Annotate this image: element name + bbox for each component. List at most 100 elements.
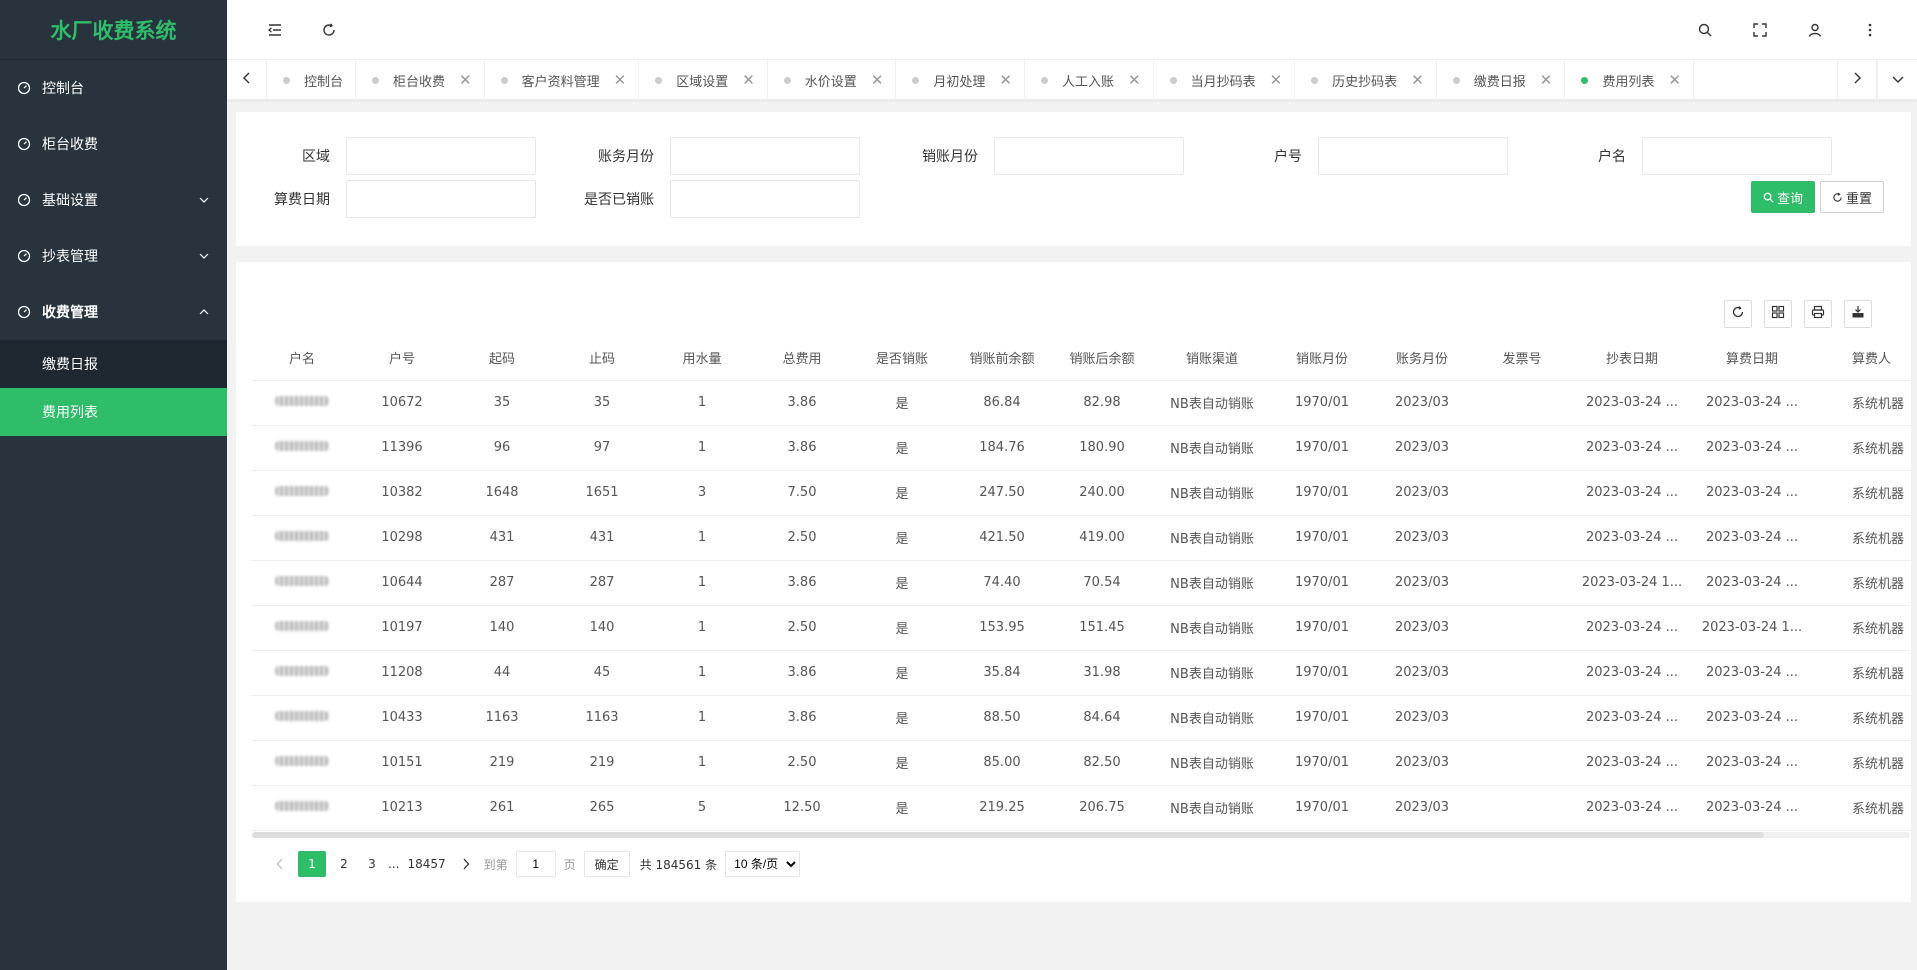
close-icon[interactable]: ✕ (1270, 72, 1283, 88)
close-icon[interactable]: ✕ (1540, 72, 1553, 88)
table-row[interactable]: 10644 287 287 1 3.86 是 74.40 70.54 NB表自动销账 1970/0… (252, 560, 1910, 606)
table-row[interactable]: 10382 1648 1651 3 7.50 是 247.50 240.00 NB表自动销账 19… (252, 470, 1910, 516)
tab-scroll-right[interactable] (1837, 60, 1877, 100)
tab-fee-list[interactable]: 费用列表 ✕ (1565, 60, 1694, 100)
column-header[interactable]: 户号 (352, 336, 452, 381)
close-icon[interactable]: ✕ (459, 72, 472, 88)
tab-history-reading[interactable]: 历史抄码表 ✕ (1295, 60, 1437, 100)
table-cell: 1 (652, 380, 752, 426)
sidebar-item-meter-reading[interactable]: 抄表管理 (0, 228, 227, 284)
table-cell: 2023-03-24 ... (1572, 740, 1692, 786)
page-last[interactable]: 18457 (401, 851, 451, 877)
account-month-input[interactable] (670, 137, 860, 175)
page-1[interactable]: 1 (298, 851, 326, 877)
page-jump-input[interactable] (515, 851, 556, 877)
writeoff-month-input[interactable] (994, 137, 1184, 175)
refresh-icon[interactable] (319, 20, 339, 40)
sidebar-subitem-fee-list[interactable]: 费用列表 (0, 388, 227, 436)
user-icon[interactable] (1805, 20, 1825, 40)
page-3[interactable]: 3 (358, 851, 386, 877)
search-icon[interactable] (1695, 20, 1715, 40)
page-2[interactable]: 2 (330, 851, 358, 877)
next-page-icon[interactable] (452, 851, 480, 877)
prev-page-icon[interactable] (266, 851, 294, 877)
column-header[interactable]: 算费人 (1812, 336, 1910, 381)
tab-dashboard[interactable]: 控制台 (267, 60, 357, 100)
account-no-input[interactable] (1318, 137, 1508, 175)
field-calc-date: 算费日期 (236, 180, 536, 218)
tab-manual-entry[interactable]: 人工入账 ✕ (1025, 60, 1154, 100)
confirm-page-button[interactable]: 确定 (583, 851, 630, 877)
column-header[interactable]: 账务月份 (1372, 336, 1472, 381)
column-header[interactable]: 销账渠道 (1152, 336, 1272, 381)
sidebar-item-dashboard[interactable]: 控制台 (0, 60, 227, 116)
is-writeoff-input[interactable] (670, 180, 860, 218)
close-icon[interactable]: ✕ (1411, 72, 1424, 88)
column-header[interactable]: 抄表日期 (1572, 336, 1692, 381)
fee-table: 户名 户号 起码 止码 用水量 总费用 是否销账 销账前余额 销账后余额 销账渠… (252, 336, 1910, 831)
fullscreen-icon[interactable] (1750, 20, 1770, 40)
column-header[interactable]: 销账月份 (1272, 336, 1372, 381)
tab-daily-report[interactable]: 缴费日报 ✕ (1437, 60, 1566, 100)
close-icon[interactable]: ✕ (999, 72, 1012, 88)
calc-date-input[interactable] (346, 180, 536, 218)
close-icon[interactable]: ✕ (1128, 72, 1141, 88)
column-header[interactable]: 用水量 (652, 336, 752, 381)
sidebar-item-counter-fee[interactable]: 柜台收费 (0, 116, 227, 172)
column-header[interactable]: 起码 (452, 336, 552, 381)
table-export-button[interactable] (1844, 300, 1872, 328)
column-header[interactable]: 户名 (252, 336, 352, 381)
table-row[interactable]: 10433 1163 1163 1 3.86 是 88.50 84.64 NB表自动销账 1970… (252, 695, 1910, 741)
horizontal-scrollbar[interactable] (252, 832, 1910, 838)
reset-button[interactable]: 重置 (1820, 181, 1884, 213)
table-row[interactable]: 10213 261 265 5 12.50 是 219.25 206.75 NB表自动销账 197… (252, 785, 1910, 831)
sidebar-item-label: 抄表管理 (42, 249, 98, 265)
column-header[interactable]: 止码 (552, 336, 652, 381)
tab-current-reading[interactable]: 当月抄码表 ✕ (1154, 60, 1296, 100)
close-icon[interactable]: ✕ (871, 72, 884, 88)
tab-area-settings[interactable]: 区域设置 ✕ (639, 60, 768, 100)
tab-customer-info[interactable]: 客户资料管理 ✕ (485, 60, 640, 100)
table-row[interactable]: 10151 219 219 1 2.50 是 85.00 82.50 NB表自动销账 1970/0… (252, 740, 1910, 786)
table-columns-button[interactable] (1764, 300, 1792, 328)
column-header[interactable]: 发票号 (1472, 336, 1572, 381)
scrollbar-thumb[interactable] (252, 832, 1764, 838)
close-icon[interactable]: ✕ (614, 72, 627, 88)
column-header[interactable]: 算费日期 (1692, 336, 1812, 381)
table-cell: 2023-03-24 ... (1692, 380, 1812, 426)
table-row[interactable]: 11396 96 97 1 3.86 是 184.76 180.90 NB表自动销账 1970/0… (252, 425, 1910, 471)
table-refresh-button[interactable] (1724, 300, 1752, 328)
column-header[interactable]: 是否销账 (852, 336, 952, 381)
area-input[interactable] (346, 137, 536, 175)
tab-water-price[interactable]: 水价设置 ✕ (768, 60, 897, 100)
close-icon[interactable]: ✕ (1668, 72, 1681, 88)
tab-month-start[interactable]: 月初处理 ✕ (896, 60, 1025, 100)
sidebar-subitem-daily-report[interactable]: 缴费日报 (0, 340, 227, 388)
tab-counter-fee[interactable]: 柜台收费 ✕ (356, 60, 485, 100)
tab-label: 费用列表 (1602, 74, 1655, 90)
table-panel: 户名 户号 起码 止码 用水量 总费用 是否销账 销账前余额 销账后余额 销账渠… (236, 262, 1911, 902)
column-header[interactable]: 销账前余额 (952, 336, 1052, 381)
table-cell: 2.50 (752, 740, 852, 786)
page-ellipsis: ... (388, 857, 400, 871)
table-cell: 1163 (452, 695, 552, 741)
more-vertical-icon[interactable] (1860, 20, 1880, 40)
columns-icon (1771, 305, 1785, 323)
page-size-select[interactable]: 10 条/页 (725, 851, 801, 877)
query-button[interactable]: 查询 (1751, 181, 1815, 213)
close-icon[interactable]: ✕ (742, 72, 755, 88)
sidebar-item-basic-settings[interactable]: 基础设置 (0, 172, 227, 228)
column-header[interactable]: 总费用 (752, 336, 852, 381)
sidebar-item-fee-management[interactable]: 收费管理 (0, 284, 227, 340)
table-row[interactable]: 10197 140 140 1 2.50 是 153.95 151.45 NB表自动销账 1970… (252, 605, 1910, 651)
tab-menu-dropdown[interactable] (1877, 60, 1917, 100)
column-header[interactable]: 销账后余额 (1052, 336, 1152, 381)
account-name-input[interactable] (1642, 137, 1832, 175)
menu-fold-icon[interactable] (265, 20, 285, 40)
table-row[interactable]: 10298 431 431 1 2.50 是 421.50 419.00 NB表自动销账 1970… (252, 515, 1910, 561)
table-row[interactable]: 11208 44 45 1 3.86 是 35.84 31.98 NB表自动销账 1970/01 2… (252, 650, 1910, 696)
table-cell: 12.50 (752, 785, 852, 831)
table-row[interactable]: 10672 35 35 1 3.86 是 86.84 82.98 NB表自动销账 1970/01 2… (252, 380, 1910, 426)
tab-scroll-left[interactable] (227, 60, 267, 100)
table-print-button[interactable] (1804, 300, 1832, 328)
